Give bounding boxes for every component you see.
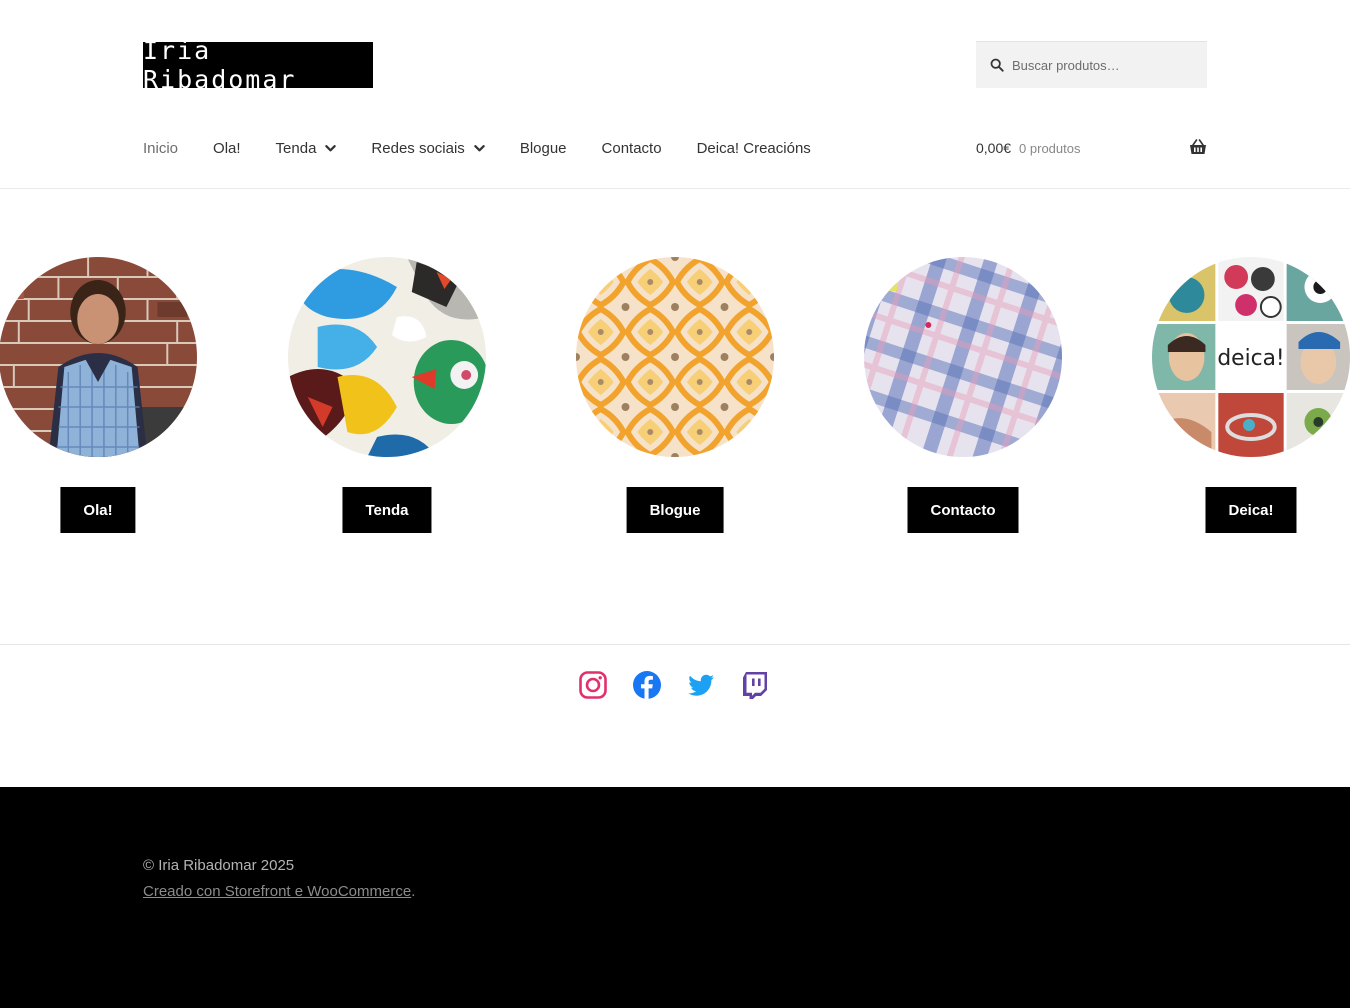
credit-line: Creado con Storefront e WooCommerce. <box>143 883 415 900</box>
twitter-link[interactable] <box>686 669 716 701</box>
nav-label: Contacto <box>601 139 662 157</box>
card-button-blogue[interactable]: Blogue <box>626 487 724 533</box>
paint-texture[interactable] <box>288 257 486 457</box>
copyright-text: © Iria Ribadomar 2025 <box>143 857 295 874</box>
search-input[interactable] <box>1012 57 1192 73</box>
instagram-icon <box>579 671 607 699</box>
mini-cart[interactable]: 0,00€ 0 produtos <box>976 136 1207 160</box>
nav-item-blogue[interactable]: Blogue <box>520 140 567 157</box>
card-button-contacto[interactable]: Contacto <box>907 487 1019 533</box>
credit-link[interactable]: Creado con Storefront e WooCommerce <box>143 883 411 900</box>
nav-label: Ola! <box>213 139 241 157</box>
card-deica: deica! Deica! <box>1152 257 1350 533</box>
card-tenda: Tenda <box>288 257 486 533</box>
nav-item-ola[interactable]: Ola! <box>213 140 241 157</box>
nav-label: Tenda <box>275 139 317 157</box>
twitch-icon <box>743 672 767 699</box>
site-logo[interactable]: Iria Ribadomar <box>143 36 373 94</box>
chevron-down-icon <box>474 144 485 151</box>
orange-tile-pattern[interactable] <box>576 257 774 457</box>
nav-item-tenda[interactable]: Tenda <box>276 140 337 157</box>
nav-item-deica-creacions[interactable]: Deica! Creacións <box>697 140 811 157</box>
card-button-deica[interactable]: Deica! <box>1205 487 1297 533</box>
social-links <box>578 669 770 701</box>
nav-label: Deica! Creacións <box>696 139 811 157</box>
cart-count: 0 produtos <box>1019 140 1081 156</box>
primary-nav: Inicio Ola! Tenda Redes sociais Blogue C… <box>143 136 846 160</box>
deica-collage[interactable]: deica! <box>1152 257 1350 457</box>
search-icon <box>990 58 1004 72</box>
credit-end: . <box>411 883 416 900</box>
card-button-tenda[interactable]: Tenda <box>342 487 432 533</box>
nav-label: Blogue <box>519 139 567 157</box>
nav-item-contacto[interactable]: Contacto <box>602 140 662 157</box>
facebook-link[interactable] <box>632 669 662 701</box>
card-blogue: Blogue <box>576 257 774 533</box>
twitch-link[interactable] <box>740 669 770 701</box>
card-contacto: Contacto <box>864 257 1062 533</box>
basket-icon <box>1190 139 1206 154</box>
plaid-fabric[interactable] <box>864 257 1062 457</box>
deica-logo-text: deica! <box>1217 346 1284 371</box>
product-search[interactable] <box>976 41 1207 88</box>
nav-label: Inicio <box>143 139 179 157</box>
nav-item-inicio[interactable]: Inicio <box>143 140 178 157</box>
card-button-ola[interactable]: Ola! <box>60 487 136 533</box>
cart-total: 0,00€ <box>976 140 1012 156</box>
nav-item-redes-sociais[interactable]: Redes sociais <box>371 139 485 157</box>
chevron-down-icon <box>325 144 337 151</box>
facebook-icon <box>633 671 661 699</box>
instagram-link[interactable] <box>578 669 608 701</box>
content-divider <box>0 644 1350 645</box>
site-header: Iria Ribadomar Inicio Ola! Tenda Redes s… <box>0 0 1350 189</box>
nav-label: Redes sociais <box>371 139 465 157</box>
portrait-photo[interactable] <box>0 257 197 457</box>
twitter-icon <box>688 674 714 696</box>
card-ola: Ola! <box>0 257 197 533</box>
